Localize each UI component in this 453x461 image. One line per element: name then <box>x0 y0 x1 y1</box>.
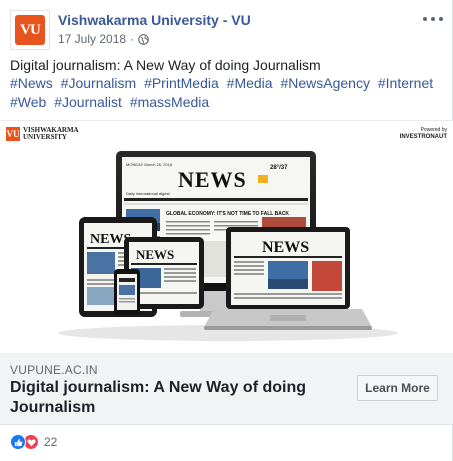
post-text: Digital journalism: A New Way of doing J… <box>10 57 321 73</box>
link-preview-image[interactable]: VU VISHWAKARMA UNIVERSITY Powered by INV… <box>0 120 453 353</box>
reaction-summary[interactable]: 22 <box>10 432 57 452</box>
hashtag-link[interactable]: #Media <box>227 75 273 91</box>
hashtag-link[interactable]: #Internet <box>378 75 433 91</box>
laptop-icon: NEWS <box>204 227 372 330</box>
hashtag-link[interactable]: #News <box>10 75 53 91</box>
link-preview-footer[interactable]: VUPUNE.AC.IN Digital journalism: A New W… <box>0 353 453 425</box>
hashtag-link[interactable]: #massMedia <box>130 94 209 110</box>
page-name-link[interactable]: Vishwakarma University - VU <box>58 12 251 28</box>
hashtag-link[interactable]: #Journalism <box>61 75 136 91</box>
post-header: VU Vishwakarma University - VU 17 July 2… <box>10 10 443 50</box>
post-meta: 17 July 2018 · <box>58 32 149 46</box>
learn-more-button[interactable]: Learn More <box>357 375 438 401</box>
monitor-dateline: MONDAY March 26, 2018 <box>126 162 173 167</box>
post-date[interactable]: 17 July 2018 <box>58 32 126 46</box>
link-title[interactable]: Digital journalism: A New Way of doing J… <box>10 378 330 418</box>
reaction-count[interactable]: 22 <box>44 435 57 449</box>
phone-icon <box>114 269 140 315</box>
hashtag-list: #News #Journalism #PrintMedia #Media #Ne… <box>10 74 446 112</box>
separator-dot: · <box>130 32 135 46</box>
monitor-ticker: GLOBAL ECONOMY: IT'S NOT TIME TO FALL BA… <box>166 211 289 217</box>
hashtag-link[interactable]: #NewsAgency <box>280 75 370 91</box>
avatar[interactable]: VU <box>10 10 50 50</box>
devices-illustration: MONDAY March 26, 2018 NEWS 28°/37 Daily … <box>58 151 398 341</box>
hashtag-link[interactable]: #PrintMedia <box>144 75 219 91</box>
hashtag-link[interactable]: #Web <box>10 94 46 110</box>
vu-logo-icon: VU <box>15 15 45 45</box>
globe-icon[interactable] <box>138 33 149 45</box>
svg-text:NEWS: NEWS <box>136 247 174 262</box>
post-card: VU Vishwakarma University - VU 17 July 2… <box>0 0 453 461</box>
monitor-subhead: Daily international digest <box>126 191 170 196</box>
svg-text:NEWS: NEWS <box>262 239 309 256</box>
monitor-weather: 28°/37 <box>270 165 288 171</box>
monitor-headline: NEWS <box>178 167 247 192</box>
link-domain: VUPUNE.AC.IN <box>10 363 98 377</box>
more-options-icon[interactable] <box>423 12 443 26</box>
hashtag-link[interactable]: #Journalist <box>54 94 122 110</box>
like-icon <box>10 434 26 450</box>
